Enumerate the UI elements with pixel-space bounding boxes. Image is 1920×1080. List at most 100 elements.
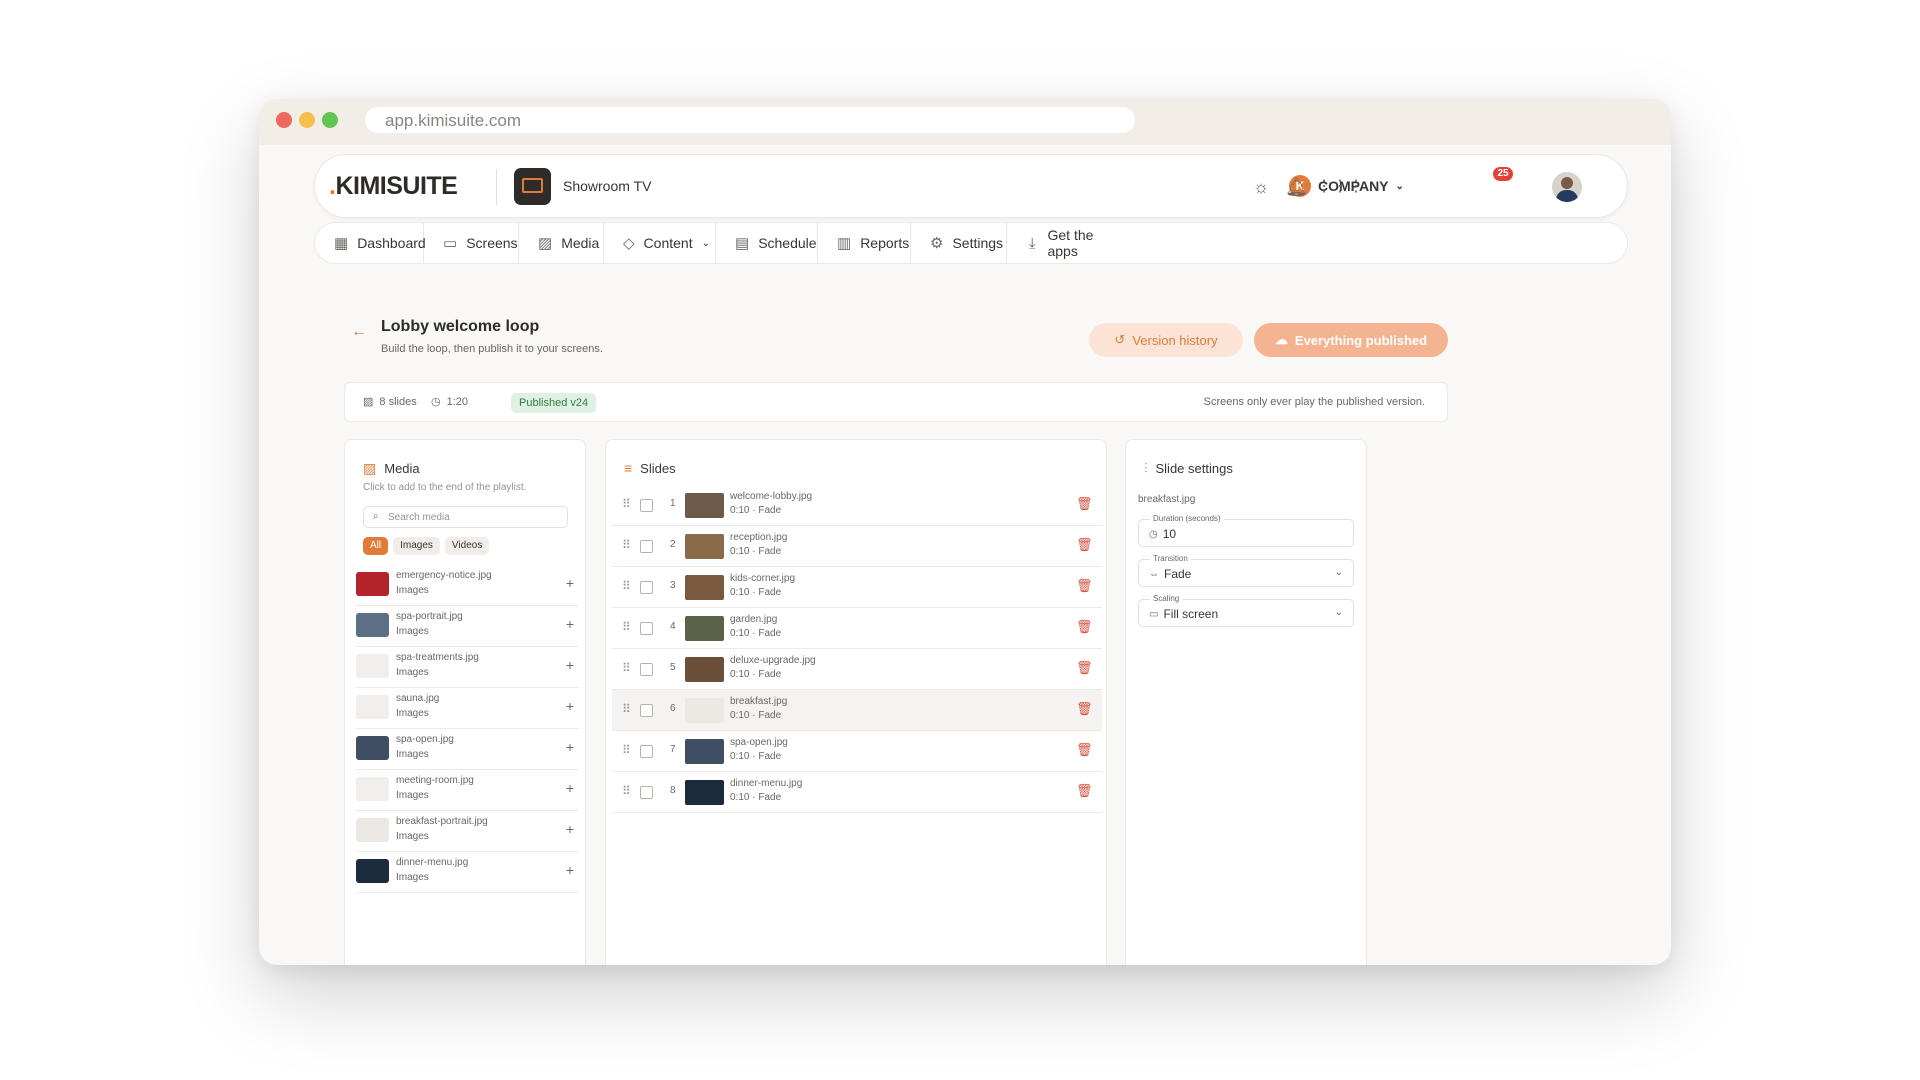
scaling-select[interactable]: Scaling ▭ Fill screen ⌄ (1138, 594, 1354, 627)
bell-icon[interactable]: 🔔︎ (1285, 176, 1308, 198)
drag-handle-icon[interactable]: ⠿ (622, 784, 631, 798)
drag-handle-icon[interactable]: ⠿ (622, 702, 631, 716)
nav-settings[interactable]: ⚙︎ Settings (911, 222, 1007, 264)
publish-button[interactable]: ☁︎ Everything published (1254, 323, 1448, 357)
media-name: dinner-menu.jpg (396, 857, 469, 868)
slide-checkbox[interactable] (640, 663, 653, 676)
nav-schedule[interactable]: ▤ Schedule (716, 222, 818, 264)
slide-checkbox[interactable] (640, 581, 653, 594)
media-list-item[interactable]: spa-portrait.jpg Images + (356, 606, 578, 647)
history-icon: ↺ (1114, 332, 1126, 347)
slide-row[interactable]: ⠿ 5 deluxe-upgrade.jpg 0:10 · Fade 🗑︎ (612, 649, 1102, 690)
screen-name[interactable]: Showroom TV (563, 178, 651, 194)
address-bar[interactable]: app.kimisuite.com (365, 107, 1135, 133)
slide-row[interactable]: ⠿ 7 spa-open.jpg 0:10 · Fade 🗑︎ (612, 731, 1102, 772)
apps-grid-icon[interactable]: ⋮⋮⋮ (1316, 176, 1364, 198)
media-thumbnail (356, 859, 389, 883)
drag-handle-icon[interactable]: ⠿ (622, 579, 631, 593)
avatar[interactable] (1552, 172, 1582, 202)
nav-content[interactable]: ◇ Content ⌄ (604, 222, 716, 264)
sun-icon[interactable]: ☼ (1250, 176, 1272, 198)
slide-checkbox[interactable] (640, 786, 653, 799)
slide-row[interactable]: ⠿ 2 reception.jpg 0:10 · Fade 🗑︎ (612, 526, 1102, 567)
duration-field[interactable]: Duration (seconds) ◷ 10 (1138, 514, 1354, 547)
media-list-item[interactable]: breakfast-portrait.jpg Images + (356, 811, 578, 852)
filter-all[interactable]: All (363, 537, 389, 555)
slide-meta: 0:10 · Fade (730, 546, 782, 557)
drag-handle-icon[interactable]: ⠿ (622, 661, 631, 675)
plus-icon[interactable]: + (566, 780, 574, 796)
trash-icon[interactable]: 🗑︎ (1076, 701, 1093, 717)
slide-meta: 0:10 · Fade (730, 628, 782, 639)
slide-checkbox[interactable] (640, 540, 653, 553)
slide-thumbnail (685, 780, 724, 805)
trash-icon[interactable]: 🗑︎ (1076, 619, 1093, 635)
transition-select[interactable]: Transition ⇔ Fade ⌄ (1138, 554, 1354, 587)
media-list-item[interactable]: meeting-room.jpg Images + (356, 770, 578, 811)
trash-icon[interactable]: 🗑︎ (1076, 537, 1093, 553)
close-window-button[interactable] (276, 112, 292, 128)
browser-window: app.kimisuite.com .KIMISUITE Showroom TV… (259, 99, 1671, 965)
slide-checkbox[interactable] (640, 622, 653, 635)
media-list-item[interactable]: spa-open.jpg Images + (356, 729, 578, 770)
drag-handle-icon[interactable]: ⠿ (622, 497, 631, 511)
slide-row[interactable]: ⠿ 1 welcome-lobby.jpg 0:10 · Fade 🗑︎ (612, 485, 1102, 526)
nav-media[interactable]: ▨ Media (519, 222, 604, 264)
logo[interactable]: .KIMISUITE (329, 172, 458, 201)
trash-icon[interactable]: 🗑︎ (1076, 783, 1093, 799)
calendar-icon: ▤ (735, 235, 750, 252)
slide-row[interactable]: ⠿ 6 breakfast.jpg 0:10 · Fade 🗑︎ (612, 690, 1102, 731)
slide-checkbox[interactable] (640, 745, 653, 758)
drag-handle-icon[interactable]: ⠿ (622, 538, 631, 552)
drag-handle-icon[interactable]: ⠿ (622, 743, 631, 757)
media-hint: Click to add to the end of the playlist. (363, 482, 527, 493)
filter-images[interactable]: Images (393, 537, 440, 555)
slide-thumbnail (685, 657, 724, 682)
media-thumbnail (356, 695, 389, 719)
plus-icon[interactable]: + (566, 698, 574, 714)
plus-icon[interactable]: + (566, 575, 574, 591)
slide-checkbox[interactable] (640, 499, 653, 512)
screen-thumbnail[interactable] (514, 168, 551, 205)
plus-icon[interactable]: + (566, 616, 574, 632)
trash-icon[interactable]: 🗑︎ (1076, 742, 1093, 758)
plus-icon[interactable]: + (566, 657, 574, 673)
drag-handle-icon[interactable]: ⠿ (622, 620, 631, 634)
search-placeholder: Search media (388, 512, 450, 523)
media-panel-title: ▨ Media (363, 460, 420, 477)
slide-checkbox[interactable] (640, 704, 653, 717)
media-name: meeting-room.jpg (396, 775, 474, 786)
media-list-item[interactable]: sauna.jpg Images + (356, 688, 578, 729)
trash-icon[interactable]: 🗑︎ (1076, 660, 1093, 676)
search-input[interactable]: ⌕ Search media (363, 506, 568, 528)
plus-icon[interactable]: + (566, 821, 574, 837)
version-history-button[interactable]: ↺ Version history (1089, 323, 1243, 357)
media-list-item[interactable]: dinner-menu.jpg Images + (356, 852, 578, 893)
nav-reports[interactable]: ▥ Reports (818, 222, 911, 264)
minimize-window-button[interactable] (299, 112, 315, 128)
chevron-down-icon: ⌄ (1334, 567, 1343, 578)
button-label: Version history (1132, 332, 1218, 348)
slides-count-text: 8 slides (379, 395, 417, 408)
trash-icon[interactable]: 🗑︎ (1076, 578, 1093, 594)
plus-icon[interactable]: + (566, 739, 574, 755)
nav-get-apps[interactable]: ⤓ Get the apps (1007, 222, 1125, 264)
media-list-item[interactable]: spa-treatments.jpg Images + (356, 647, 578, 688)
chevron-down-icon: ⌄ (1334, 607, 1343, 618)
nav-screens[interactable]: ▭ Screens (424, 222, 519, 264)
monitor-icon (522, 178, 543, 193)
media-list-item[interactable]: emergency-notice.jpg Images + (356, 565, 578, 606)
trash-icon[interactable]: 🗑︎ (1076, 496, 1093, 512)
plus-icon[interactable]: + (566, 862, 574, 878)
settings-panel-title: ⫶ Slide settings (1144, 460, 1233, 477)
media-thumbnail (356, 777, 389, 801)
maximize-window-button[interactable] (322, 112, 338, 128)
slide-row[interactable]: ⠿ 3 kids-corner.jpg 0:10 · Fade 🗑︎ (612, 567, 1102, 608)
field-label: Transition (1150, 554, 1191, 563)
slide-meta: 0:10 · Fade (730, 792, 782, 803)
slide-row[interactable]: ⠿ 4 garden.jpg 0:10 · Fade 🗑︎ (612, 608, 1102, 649)
back-arrow-icon[interactable]: ← (351, 323, 367, 341)
nav-dashboard[interactable]: ▦ Dashboard (315, 222, 426, 264)
filter-videos[interactable]: Videos (444, 537, 490, 555)
slide-row[interactable]: ⠿ 8 dinner-menu.jpg 0:10 · Fade 🗑︎ (612, 772, 1102, 813)
